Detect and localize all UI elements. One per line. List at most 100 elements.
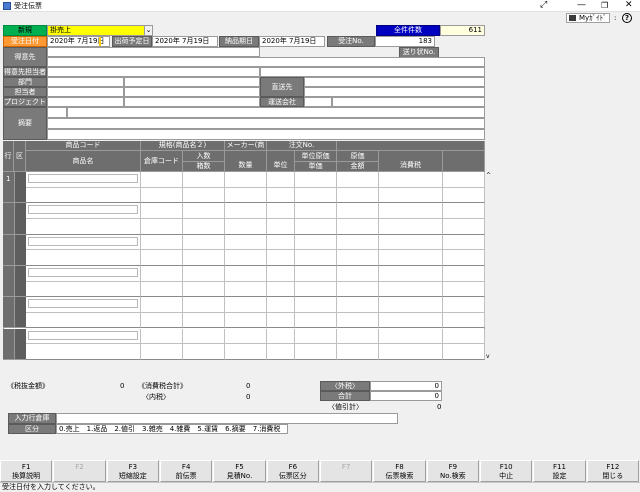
grid-cell[interactable] [183, 328, 225, 345]
carrier-button[interactable]: 運送会社 [260, 97, 304, 107]
grid-cell[interactable] [225, 344, 267, 360]
grid-cell[interactable] [443, 312, 485, 329]
maximize-icon[interactable]: ❐ [601, 0, 608, 11]
grid-cell[interactable] [337, 203, 379, 219]
project-field[interactable] [47, 97, 124, 107]
grid-cell[interactable] [443, 187, 485, 204]
summary-button[interactable]: 摘要 [3, 107, 47, 140]
grid-cell[interactable] [295, 187, 337, 204]
grid-cell[interactable] [183, 250, 225, 266]
grid-cell[interactable] [141, 328, 183, 345]
grid-cell[interactable] [225, 312, 267, 329]
grid-cell[interactable] [141, 265, 183, 282]
fkey-f4-button[interactable]: F4 前伝票 [160, 460, 213, 482]
grid-cell[interactable] [225, 265, 267, 282]
grid-cell[interactable] [295, 281, 337, 298]
fkey-f8-button[interactable]: F8 伝票検索 [373, 460, 426, 482]
grid-cell[interactable] [225, 281, 267, 298]
grid-cell[interactable] [267, 312, 295, 329]
direct-ship-code[interactable] [304, 77, 485, 87]
grid-cell[interactable] [225, 172, 267, 188]
grid-cell[interactable] [379, 172, 443, 188]
customer-button[interactable]: 得意先 [3, 47, 47, 67]
minimize-icon[interactable]: — [577, 0, 586, 11]
item-code-input[interactable] [28, 205, 138, 215]
grid-cell[interactable] [225, 250, 267, 266]
grid-cell[interactable] [183, 234, 225, 251]
grid-cell[interactable] [267, 344, 295, 360]
grid-cell[interactable] [337, 312, 379, 329]
grid-cell[interactable] [267, 218, 295, 235]
grid-cell[interactable] [295, 234, 337, 251]
grid-cell[interactable] [379, 234, 443, 251]
grid-cell[interactable] [337, 172, 379, 188]
row-kbn-cell[interactable] [14, 265, 26, 298]
grid-cell[interactable] [225, 297, 267, 313]
customer-person-field[interactable] [47, 67, 260, 77]
grid-cell[interactable] [267, 172, 295, 188]
grid-cell[interactable] [295, 328, 337, 345]
summary-code[interactable] [47, 107, 67, 118]
carrier-code[interactable] [304, 97, 332, 107]
grid-cell[interactable] [379, 328, 443, 345]
item-code-input[interactable] [28, 330, 138, 340]
fkey-f3-button[interactable]: F3 短縮設定 [106, 460, 159, 482]
grid-cell[interactable] [379, 218, 443, 235]
grid-cell[interactable] [443, 328, 485, 345]
grid-cell[interactable] [267, 328, 295, 345]
grid-scrollbar[interactable]: ^ v [485, 172, 493, 360]
my-guide-button[interactable]: Myｶﾞｲﾄﾞ [566, 13, 610, 23]
grid-cell[interactable] [443, 281, 485, 298]
grid-cell[interactable] [337, 281, 379, 298]
grid-cell[interactable] [225, 203, 267, 219]
grid-cell[interactable] [225, 234, 267, 251]
grid-cell[interactable] [141, 344, 183, 360]
scroll-up-icon[interactable]: ^ [486, 172, 491, 179]
grid-cell[interactable] [337, 265, 379, 282]
grid-cell[interactable] [379, 265, 443, 282]
grid-cell[interactable] [443, 344, 485, 360]
fkey-f5-button[interactable]: F5 見積No. [213, 460, 266, 482]
summary-line-1[interactable] [67, 107, 485, 118]
grid-cell[interactable] [337, 344, 379, 360]
ship-date-field[interactable]: 2020年 7月19日 [152, 36, 218, 47]
fkey-f10-button[interactable]: F10 中止 [480, 460, 533, 482]
grid-cell[interactable] [183, 172, 225, 188]
grid-cell[interactable] [183, 265, 225, 282]
item-code-input[interactable] [28, 236, 138, 246]
grid-cell[interactable] [26, 344, 141, 360]
help-icon[interactable]: ? [622, 13, 632, 23]
grid-cell[interactable] [379, 203, 443, 219]
grid-cell[interactable] [337, 218, 379, 235]
grid-cell[interactable] [267, 203, 295, 219]
person-field[interactable] [47, 87, 124, 97]
grid-cell[interactable] [379, 250, 443, 266]
grid-cell[interactable] [141, 297, 183, 313]
grid-cell[interactable] [141, 172, 183, 188]
grid-cell[interactable] [141, 203, 183, 219]
item-code-input[interactable] [28, 299, 138, 309]
direct-ship-button[interactable]: 直送先 [260, 77, 304, 97]
grid-cell[interactable] [225, 187, 267, 204]
restore-arrows-icon[interactable]: ⤢ [540, 0, 547, 11]
grid-cell[interactable] [26, 312, 141, 329]
row-kbn-cell[interactable] [14, 172, 26, 204]
grid-cell[interactable] [295, 265, 337, 282]
grid-cell[interactable] [183, 344, 225, 360]
fkey-f6-button[interactable]: F6 伝票区分 [266, 460, 319, 482]
row-kbn-cell[interactable] [14, 234, 26, 266]
scroll-down-icon[interactable]: v [486, 353, 490, 360]
item-code-input[interactable] [28, 267, 138, 277]
grid-cell[interactable] [183, 312, 225, 329]
customer-name-field[interactable] [47, 57, 485, 67]
grid-cell[interactable] [267, 265, 295, 282]
grid-cell[interactable] [267, 281, 295, 298]
department-field[interactable] [47, 77, 124, 87]
grid-cell[interactable] [267, 187, 295, 204]
grid-cell[interactable] [379, 281, 443, 298]
grid-cell[interactable] [141, 234, 183, 251]
grid-cell[interactable] [267, 250, 295, 266]
grid-cell[interactable] [183, 187, 225, 204]
grid-cell[interactable] [183, 218, 225, 235]
input-warehouse-field[interactable] [56, 413, 398, 424]
